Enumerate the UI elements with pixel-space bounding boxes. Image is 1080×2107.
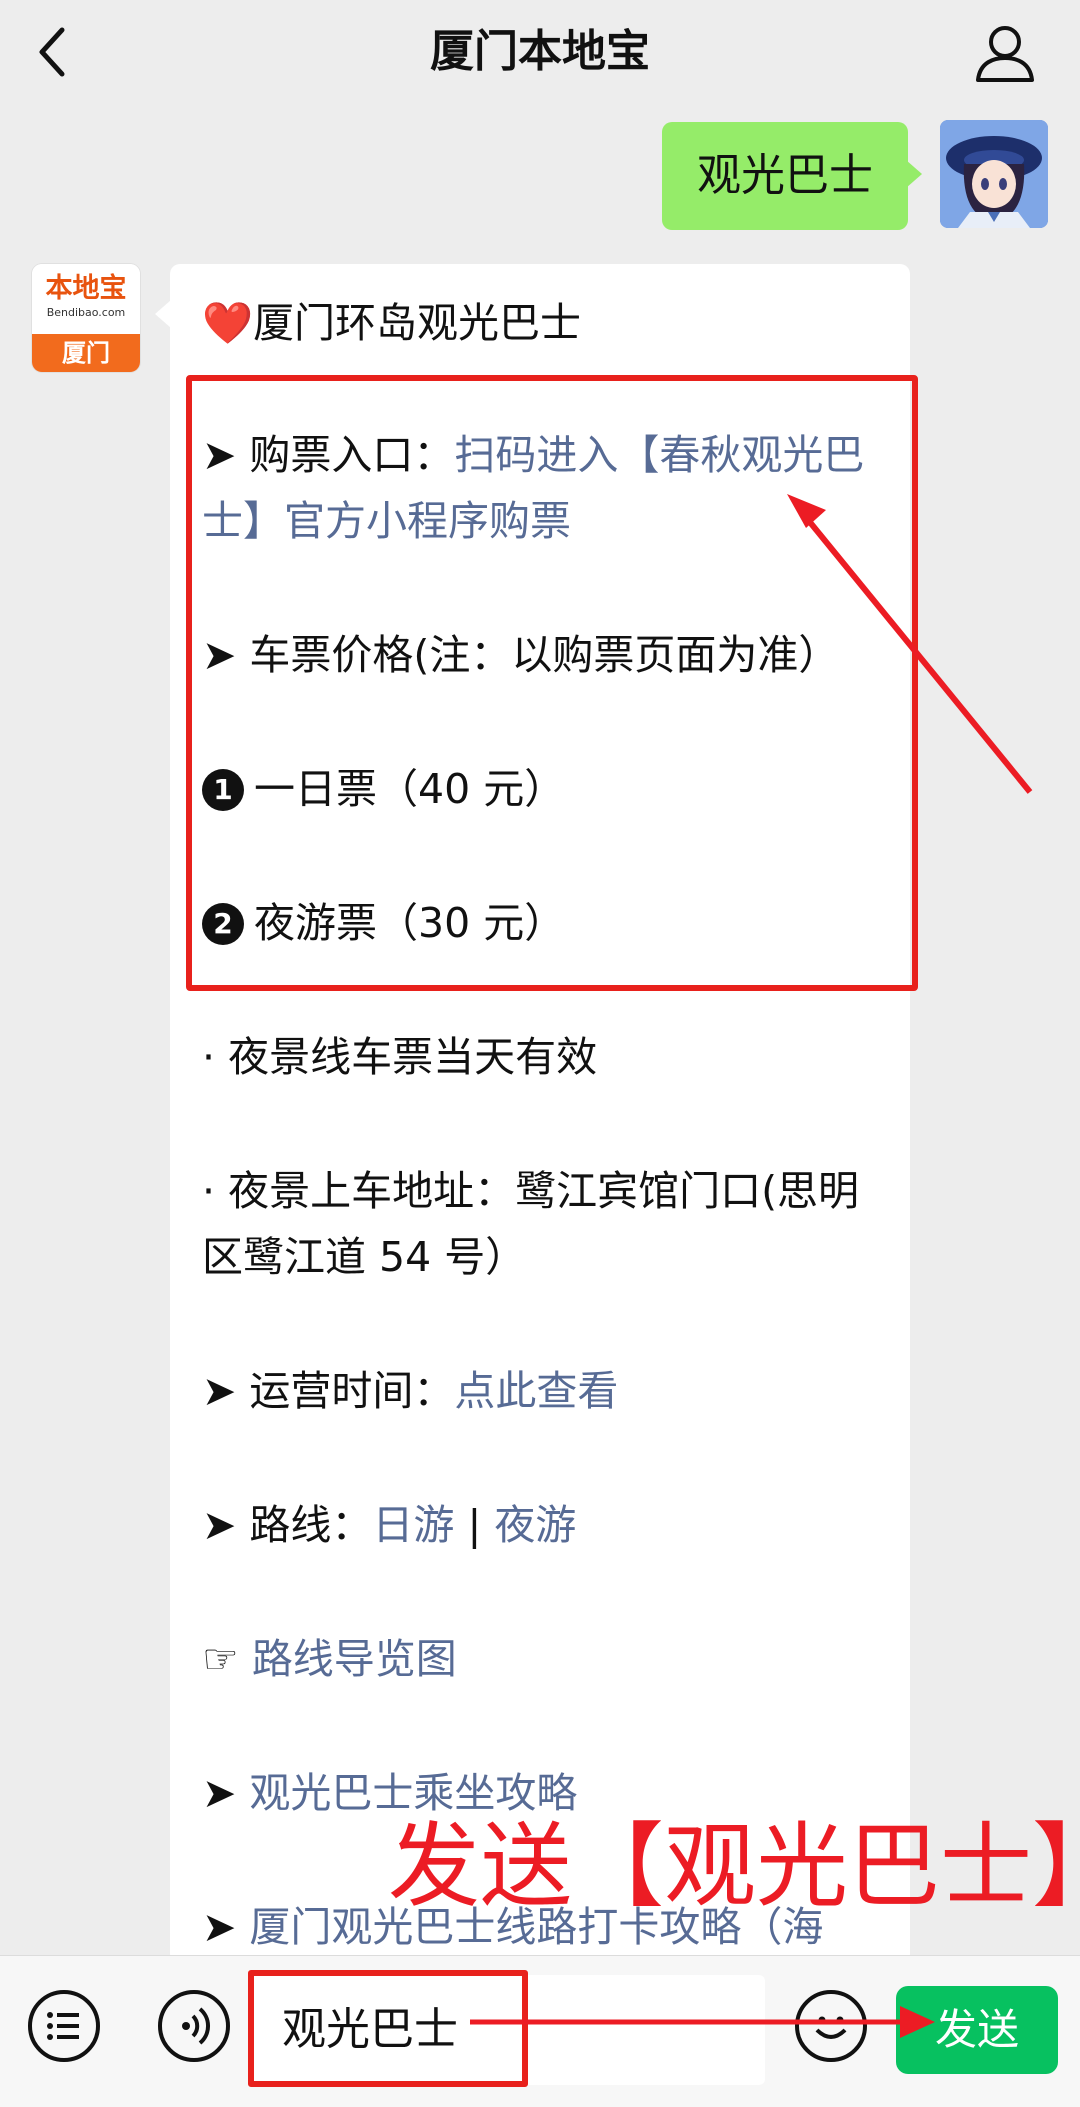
annotation-text: 发送【观光巴士】 xyxy=(388,1813,1080,1920)
route-separator: | xyxy=(467,1501,482,1549)
input-highlight-box xyxy=(248,1970,528,2087)
night-route-link[interactable]: 夜游 xyxy=(494,1501,576,1549)
message-title: 厦门环岛观光巴士 xyxy=(253,299,582,347)
menu-list-button[interactable] xyxy=(28,1990,100,2062)
emoji-button[interactable] xyxy=(795,1990,867,2062)
hours-label: 运营时间： xyxy=(249,1367,455,1415)
day-route-link[interactable]: 日游 xyxy=(372,1501,454,1549)
arrow-icon: ➤ xyxy=(202,1367,250,1415)
arrow-icon: ➤ xyxy=(202,1903,250,1951)
route-map-link[interactable]: 路线导览图 xyxy=(252,1635,457,1683)
hours-line: ➤ 运营时间：点此查看 xyxy=(202,1358,892,1424)
bot-avatar[interactable]: 本地宝 Bendibao.com 厦门 xyxy=(32,264,140,372)
hours-link[interactable]: 点此查看 xyxy=(454,1367,618,1415)
list-icon xyxy=(47,2012,79,2040)
pointing-hand-icon: ☞ xyxy=(202,1635,239,1683)
top-bar: 厦门本地宝 xyxy=(0,0,1080,106)
night-address-line: · 夜景上车地址：鹭江宾馆门口(思明区鹭江道 54 号） xyxy=(202,1167,860,1281)
logo-text: 本地宝 xyxy=(45,273,127,304)
user-avatar[interactable] xyxy=(940,120,1048,228)
guide-link[interactable]: 观光巴士乘坐攻略 xyxy=(249,1769,577,1817)
send-button[interactable]: 发送 xyxy=(896,1986,1058,2074)
heart-icon: ❤️ xyxy=(202,299,254,347)
arrow-icon: ➤ xyxy=(202,1769,250,1817)
profile-icon[interactable] xyxy=(970,18,1040,88)
message-title-line: ❤️厦门环岛观光巴士 xyxy=(202,290,892,356)
user-message-bubble: 观光巴士 xyxy=(662,122,922,230)
logo-city: 厦门 xyxy=(32,334,140,372)
anime-avatar-icon xyxy=(940,120,1048,228)
voice-button[interactable] xyxy=(158,1990,230,2062)
route-line: ➤ 路线：日游 | 夜游 xyxy=(202,1492,892,1558)
route-label: 路线： xyxy=(249,1501,373,1549)
route-map-line: ☞ 路线导览图 xyxy=(202,1626,892,1692)
logo-site: Bendibao.com xyxy=(46,306,126,319)
page-title: 厦门本地宝 xyxy=(430,26,650,77)
emoji-icon xyxy=(815,2016,847,2039)
voice-icon xyxy=(182,2007,211,2045)
highlight-box xyxy=(186,375,918,991)
arrow-icon: ➤ xyxy=(202,1501,250,1549)
night-valid-line: · 夜景线车票当天有效 xyxy=(202,1033,598,1081)
